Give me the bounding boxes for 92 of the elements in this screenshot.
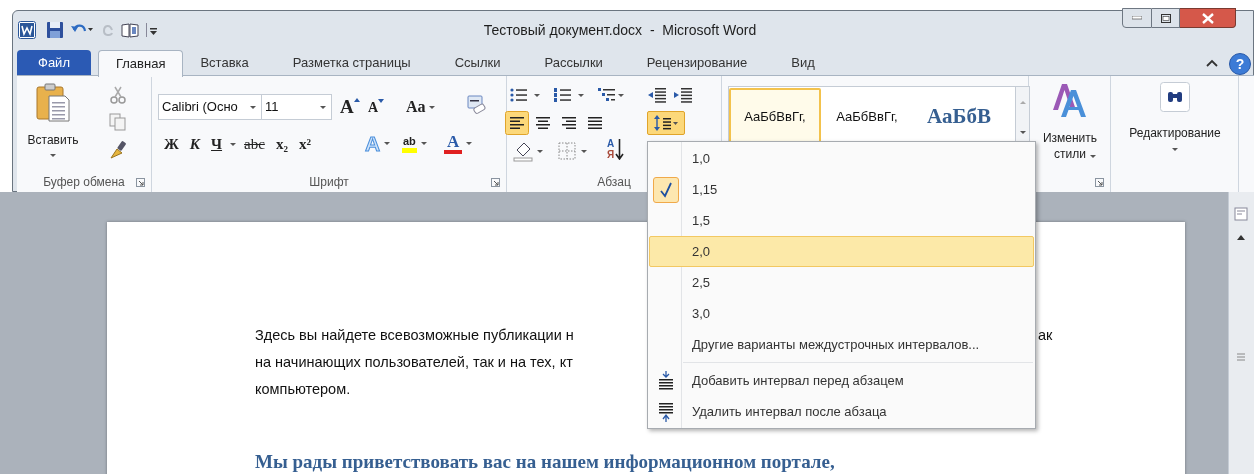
multilevel-list-icon[interactable] xyxy=(597,86,627,104)
numbered-list-icon[interactable] xyxy=(553,86,587,104)
up-triangle-icon xyxy=(353,98,360,102)
checkmark-icon xyxy=(653,176,679,203)
group-label: Шрифт xyxy=(309,174,349,191)
menu-item[interactable]: 1,15 xyxy=(649,174,1034,205)
menu-item[interactable]: 2,0 xyxy=(649,236,1034,267)
shrink-font-button[interactable]: A xyxy=(368,96,385,118)
font-name-field[interactable]: Calibri (Осно xyxy=(158,94,262,120)
ribbon-tab[interactable]: Вид xyxy=(774,50,832,76)
close-icon xyxy=(1201,12,1214,24)
group-label: Абзац xyxy=(597,174,631,191)
align-left-icon[interactable] xyxy=(505,111,529,135)
ribbon-tab[interactable]: Ссылки xyxy=(437,50,518,76)
ruler-toggle-icon[interactable] xyxy=(1234,207,1248,221)
minimize-button[interactable] xyxy=(1122,8,1152,28)
scroll-up-icon[interactable] xyxy=(1236,234,1246,241)
caret-icon xyxy=(319,104,327,110)
format-button[interactable]: abc xyxy=(240,132,269,156)
close-button[interactable] xyxy=(1180,8,1236,28)
minimize-icon xyxy=(1132,16,1142,20)
ribbon-tab[interactable]: Вставка xyxy=(183,50,266,76)
format-button[interactable]: Ч xyxy=(207,132,227,156)
format-button[interactable]: Ж xyxy=(160,132,183,156)
styles-drawing xyxy=(1052,82,1088,118)
format-button[interactable]: x₂ xyxy=(271,132,292,156)
binoculars-icon xyxy=(1160,82,1190,112)
word-logo-icon xyxy=(18,21,36,39)
caret-icon xyxy=(419,140,428,146)
body-text-line: ак xyxy=(1038,326,1053,345)
dialog-launcher-icon[interactable] xyxy=(491,178,500,187)
format-button[interactable]: К xyxy=(185,132,205,156)
ribbon-tab[interactable]: Разметка страницы xyxy=(275,50,428,76)
sort-button[interactable]: A Я xyxy=(607,136,625,162)
grow-font-button[interactable]: A xyxy=(340,96,360,118)
caret-icon xyxy=(465,140,474,146)
ribbon-tab[interactable]: Файл xyxy=(17,50,91,76)
menu-item[interactable]: 2,5 xyxy=(649,267,1034,298)
clear-formatting-icon[interactable] xyxy=(465,94,487,116)
dialog-launcher-icon[interactable] xyxy=(1095,178,1104,187)
highlight-button[interactable]: ab xyxy=(402,131,428,155)
change-case-button[interactable]: Aa xyxy=(406,96,436,118)
menu-item[interactable]: 1,5 xyxy=(649,205,1034,236)
dialog-launcher-icon[interactable] xyxy=(136,178,145,187)
editing-button[interactable]: Редактирование xyxy=(1115,82,1235,170)
font-size-field[interactable]: 11 xyxy=(262,94,332,120)
increase-indent-icon[interactable] xyxy=(673,86,693,104)
caret-icon xyxy=(1171,146,1179,152)
scroll-up-icon xyxy=(1018,99,1027,105)
book-icon[interactable] xyxy=(120,21,140,39)
maximize-icon xyxy=(1160,13,1171,23)
caret-icon xyxy=(49,152,57,158)
bullet-list-icon[interactable] xyxy=(509,86,543,104)
add-space-before-icon xyxy=(658,370,674,391)
collapse-ribbon-icon[interactable] xyxy=(1206,58,1218,68)
line-spacing-button[interactable] xyxy=(647,111,685,135)
menu-item[interactable]: Удалить интервал после абзаца xyxy=(649,396,1034,427)
caret-icon xyxy=(383,140,392,146)
group-label: Буфер обмена xyxy=(43,174,125,191)
body-text-line: Здесь вы найдете всевозможные публикации н xyxy=(255,326,574,345)
scroll-down-icon xyxy=(1018,129,1027,135)
paintbrush-icon[interactable] xyxy=(109,140,129,160)
caret-icon xyxy=(249,104,257,110)
maximize-button[interactable] xyxy=(1152,8,1180,28)
paste-button[interactable]: Вставить xyxy=(21,80,85,166)
caret-icon xyxy=(1089,153,1097,159)
customize-menu-icon[interactable] xyxy=(146,21,158,39)
body-text-line: на начинающих пользователей, так и на тех, кт xyxy=(255,353,573,372)
line-spacing-icon xyxy=(653,114,679,132)
caret-icon xyxy=(427,104,436,110)
scroll-thumb-icon[interactable] xyxy=(1236,353,1246,361)
menu-item[interactable]: Добавить интервал перед абзацем xyxy=(649,365,1034,396)
scissors-icon[interactable] xyxy=(110,86,126,104)
document-heading: Мы рады приветствовать вас на нашем информационном портале, xyxy=(255,451,835,473)
ribbon-tab[interactable]: Рецензирование xyxy=(629,50,765,76)
ribbon-tab[interactable]: Рассылки xyxy=(527,50,620,76)
menu-item[interactable]: 1,0 xyxy=(649,143,1034,174)
body-text-line: компьютером. xyxy=(255,380,351,399)
down-triangle-icon xyxy=(378,99,385,103)
shading-icon[interactable] xyxy=(513,140,545,162)
clipboard-icon xyxy=(35,82,71,122)
window-title: Тестовый документ.docx - Microsoft Word xyxy=(482,21,758,40)
save-icon[interactable] xyxy=(46,21,64,39)
decrease-indent-icon[interactable] xyxy=(647,86,667,104)
down-arrow-icon xyxy=(615,138,625,160)
remove-space-after-icon xyxy=(658,401,674,422)
caret-icon xyxy=(229,141,238,147)
ribbon-tab[interactable]: Главная xyxy=(97,50,184,77)
menu-item[interactable]: Другие варианты междустрочных интервалов... xyxy=(649,329,1034,360)
format-button[interactable]: x² xyxy=(294,132,315,156)
font-color-button[interactable]: A xyxy=(444,131,474,155)
menu-item[interactable]: 3,0 xyxy=(649,298,1034,329)
